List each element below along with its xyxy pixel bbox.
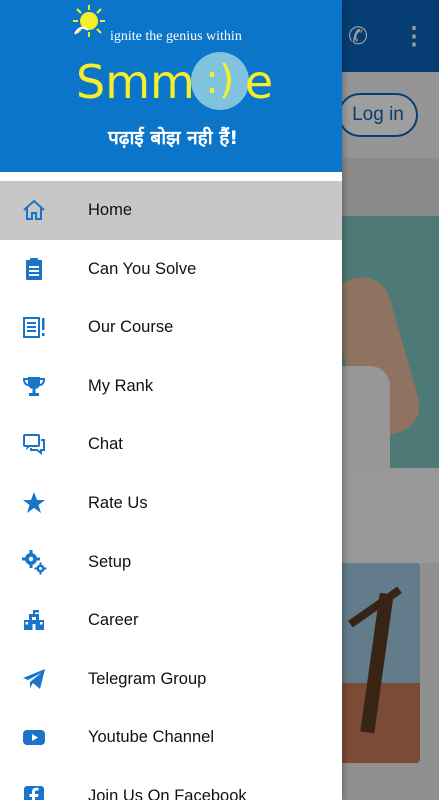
menu-item-join-facebook[interactable]: Join Us On Facebook [0, 767, 342, 800]
menu-item-my-rank[interactable]: My Rank [0, 357, 342, 416]
home-icon [21, 197, 47, 223]
drawer-menu: Home Can You Solve Our Course My Rank Ch… [0, 181, 342, 800]
menu-item-our-course[interactable]: Our Course [0, 298, 342, 357]
menu-label: Our Course [88, 318, 174, 337]
brand-logo-smile-mark: :) [190, 52, 249, 110]
header-divider [0, 172, 342, 180]
chat-icon [21, 431, 47, 457]
trophy-icon [21, 373, 47, 399]
menu-item-home[interactable]: Home [0, 181, 342, 240]
menu-item-youtube-channel[interactable]: Youtube Channel [0, 708, 342, 767]
menu-label: Chat [88, 435, 123, 454]
menu-label: Career [88, 611, 139, 630]
menu-label: Youtube Channel [88, 728, 215, 747]
facebook-icon [21, 783, 47, 800]
star-icon [21, 490, 47, 516]
brand-tagline: ignite the genius within [110, 29, 242, 44]
menu-label: Home [88, 201, 133, 219]
clipboard-icon [21, 256, 47, 282]
navigation-drawer: ignite the genius within Smm:) e पढ़ाई बो… [0, 0, 342, 800]
brand-logo-text-left: Smm [76, 55, 195, 109]
course-list-icon [21, 314, 47, 340]
drawer-header: ignite the genius within Smm:) e पढ़ाई बो… [0, 0, 342, 172]
menu-item-can-you-solve[interactable]: Can You Solve [0, 240, 342, 299]
brand-logo: Smm:) e [76, 52, 273, 112]
brand-slogan: पढ़ाई बोझ नही हैं! [108, 127, 239, 149]
menu-label: Join Us On Facebook [88, 786, 247, 800]
menu-label: Can You Solve [88, 259, 197, 278]
menu-label: My Rank [88, 376, 154, 395]
menu-item-chat[interactable]: Chat [0, 415, 342, 474]
youtube-icon [21, 724, 47, 750]
menu-item-career[interactable]: Career [0, 591, 342, 650]
sun-logo-icon [73, 5, 105, 37]
menu-label: Telegram Group [88, 669, 207, 688]
menu-item-rate-us[interactable]: Rate Us [0, 474, 342, 533]
building-icon [21, 607, 47, 633]
gears-icon [21, 549, 47, 575]
brand-logo-text-right: e [244, 55, 274, 109]
menu-label: Rate Us [88, 493, 148, 512]
menu-item-telegram-group[interactable]: Telegram Group [0, 650, 342, 709]
menu-label: Setup [88, 552, 132, 571]
menu-item-setup[interactable]: Setup [0, 533, 342, 592]
telegram-icon [21, 666, 47, 692]
